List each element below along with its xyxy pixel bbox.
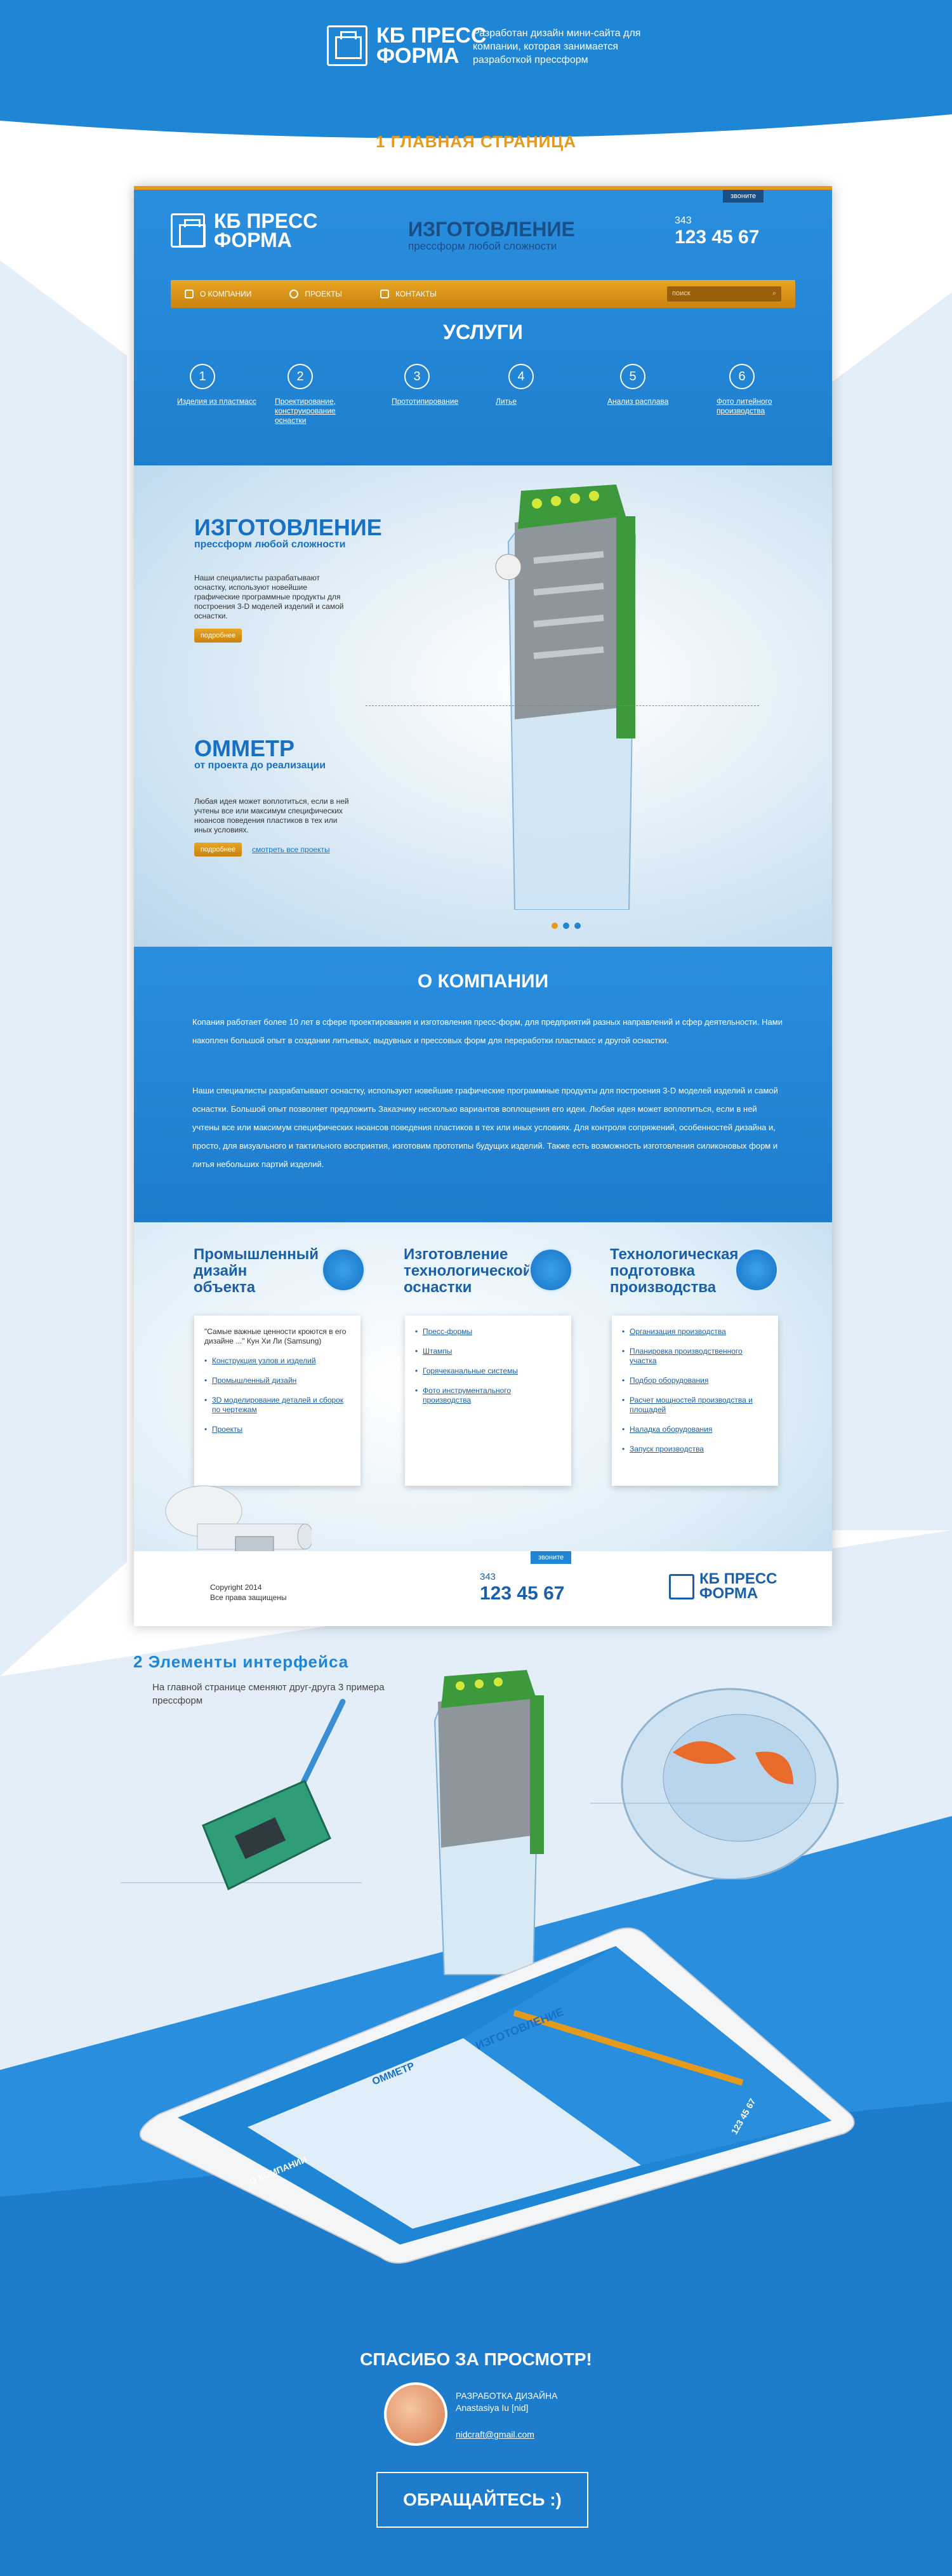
document-icon xyxy=(185,290,194,298)
site-mockup: звоните КБ ПРЕСС ФОРМА ИЗГОТОВЛЕНИЕ прес… xyxy=(134,186,832,1626)
footer-rights: Все права защищены xyxy=(210,1593,287,1602)
column-1-title: Промышленный дизайн объекта xyxy=(194,1246,319,1296)
logo-line2: ФОРМА xyxy=(376,44,459,69)
tablet-device xyxy=(139,1927,855,2264)
hero-subtitle-1: прессформ любой сложности xyxy=(194,539,346,550)
mail-icon xyxy=(380,290,390,298)
site-header-subtitle: прессформ любой сложности xyxy=(408,240,557,252)
column-1-quote: "Самые важные ценности кроются в его диз… xyxy=(204,1327,347,1345)
column-1-item[interactable]: Промышленный дизайн xyxy=(204,1376,350,1385)
slider-dot-2[interactable] xyxy=(563,923,569,929)
contact-button[interactable]: ОБРАЩАЙТЕСЬ :) xyxy=(376,2472,588,2528)
site-navbar: О КОМПАНИИ ПРОЕКТЫ КОНТАКТЫ поиск ⌕ xyxy=(171,280,795,308)
footer-logo-icon xyxy=(669,1573,694,1599)
service-4[interactable]: 4 Литье xyxy=(496,364,585,406)
thanks-text: СПАСИБО ЗА ПРОСМОТР! xyxy=(360,2349,592,2369)
service-3[interactable]: 3 Прототипирование xyxy=(392,364,480,406)
hero-text-2: Любая идея может воплотиться, если в ней… xyxy=(194,797,349,834)
site-phone-code: 343 xyxy=(675,215,692,226)
compass-icon xyxy=(321,1248,366,1292)
hero-all-projects-link[interactable]: смотреть все проекты xyxy=(252,845,329,854)
site-logo-icon xyxy=(171,213,206,248)
hero-title-2: ОММЕТР xyxy=(194,735,294,761)
round-pressform-image xyxy=(590,1688,844,1879)
hero-slider: ИЗГОТОВЛЕНИЕ прессформ любой сложности Н… xyxy=(134,465,832,947)
footer-logo: КБ ПРЕСС ФОРМА xyxy=(669,1572,777,1601)
logo-box-icon xyxy=(327,25,367,67)
slider-dots xyxy=(552,923,581,929)
slider-dot-1[interactable] xyxy=(552,923,558,929)
author-avatar xyxy=(384,2382,447,2446)
author-email[interactable]: nidcraft@gmail.com xyxy=(456,2429,534,2439)
column-3-item[interactable]: Планировка производственного участка xyxy=(622,1347,768,1366)
service-2[interactable]: 2 Проектирование, конструирование оснастк… xyxy=(275,364,364,425)
column-2-card: Пресс-формы Штампы Горячеканальные систе… xyxy=(405,1316,571,1486)
hero-more-button-2[interactable]: подробнее xyxy=(194,843,242,857)
logo-line1: КБ ПРЕСС xyxy=(376,23,487,48)
site-logo-line2: ФОРМА xyxy=(214,229,292,252)
top-banner-wave xyxy=(0,89,952,138)
column-1-item[interactable]: Конструкция узлов и изделий xyxy=(204,1356,350,1366)
nav-projects[interactable]: ПРОЕКТЫ xyxy=(289,290,342,298)
hero-title-1: ИЗГОТОВЛЕНИЕ xyxy=(194,514,382,540)
main-logo: КБ ПРЕСС ФОРМА xyxy=(327,25,487,67)
column-1-card: "Самые важные ценности кроются в его диз… xyxy=(194,1316,360,1486)
nav-contacts[interactable]: КОНТАКТЫ xyxy=(380,290,437,298)
column-2-title: Изготовление технологической оснастки xyxy=(404,1246,532,1296)
column-2-item[interactable]: Штампы xyxy=(415,1347,561,1356)
pencil-icon xyxy=(289,290,299,298)
section2-title: 2 Элементы интерфейса xyxy=(133,1652,349,1671)
column-1-item[interactable]: 3D моделирование деталей и сборок по чер… xyxy=(204,1396,350,1415)
section1-title: 1 ГЛАВНАЯ СТРАНИЦА xyxy=(375,132,577,151)
hero-text-1: Наши специалисты разрабатывают оснастку,… xyxy=(194,573,344,620)
search-icon[interactable]: ⌕ xyxy=(772,290,776,298)
footer-copyright: Copyright 2014 xyxy=(210,1583,262,1592)
site-top-button[interactable]: звоните xyxy=(723,190,764,203)
slider-dot-3[interactable] xyxy=(574,923,581,929)
hero-dimension-line xyxy=(366,705,759,706)
column-3-item[interactable]: Расчет мощностей производства и площадей xyxy=(622,1396,768,1415)
about-paragraph-1: Копания работает более 10 лет в сфере пр… xyxy=(192,1017,783,1045)
column-1-item[interactable]: Проекты xyxy=(204,1425,350,1434)
header-description: Разработан дизайн мини-сайта для компани… xyxy=(473,28,641,65)
about-title: О КОМПАНИИ xyxy=(417,971,549,992)
column-3-item[interactable]: Наладка оборудования xyxy=(622,1425,768,1434)
service-6[interactable]: 6 Фото литейного производства xyxy=(717,364,805,416)
column-2-item[interactable]: Пресс-формы xyxy=(415,1327,561,1337)
about-paragraph-2: Наши специалисты разрабатывают оснастку,… xyxy=(192,1086,778,1169)
service-1[interactable]: 1 Изделия из пластмасс xyxy=(177,364,266,406)
column-3-item[interactable]: Подбор оборудования xyxy=(622,1376,768,1385)
site-footer: Copyright 2014 Все права защищены звонит… xyxy=(134,1551,832,1626)
services-title: УСЛУГИ xyxy=(443,321,523,344)
column-2-item[interactable]: Горячеканальные системы xyxy=(415,1366,561,1376)
hero-more-button-1[interactable]: подробнее xyxy=(194,629,242,643)
about-section: О КОМПАНИИ Копания работает более 10 лет… xyxy=(134,947,832,1222)
site-header-title: ИЗГОТОВЛЕНИЕ xyxy=(408,218,575,241)
column-2-item[interactable]: Фото инструментального производства xyxy=(415,1386,561,1405)
author-name: Anastasiya Iu [nid] xyxy=(456,2403,529,2413)
pressform-product-image xyxy=(495,484,637,910)
author-role: РАЗРАБОТКА ДИЗАЙНА xyxy=(456,2391,558,2401)
site-logo[interactable]: КБ ПРЕСС ФОРМА xyxy=(171,210,318,252)
site-phone: 123 45 67 xyxy=(675,227,760,248)
calendar-icon xyxy=(734,1248,779,1292)
column-3-card: Организация производства Планировка прои… xyxy=(612,1316,778,1486)
footer-call-button[interactable]: звоните xyxy=(531,1551,572,1564)
column-3-title: Технологическая подготовка производства xyxy=(610,1246,739,1296)
footer-phone: 123 45 67 xyxy=(480,1583,565,1604)
column-3-item[interactable]: Организация производства xyxy=(622,1327,768,1337)
clipboard-icon xyxy=(529,1248,573,1292)
service-5[interactable]: 5 Анализ расплава xyxy=(607,364,696,406)
search-input[interactable]: поиск ⌕ xyxy=(667,286,781,302)
column-3-item[interactable]: Запуск производства xyxy=(622,1445,768,1454)
footer-phone-code: 343 xyxy=(480,1572,496,1582)
site-logo-line1: КБ ПРЕСС xyxy=(214,210,318,232)
hero-subtitle-2: от проекта до реализации xyxy=(194,760,326,771)
nav-about[interactable]: О КОМПАНИИ xyxy=(185,290,251,298)
radio-phone-image xyxy=(121,1698,362,1891)
